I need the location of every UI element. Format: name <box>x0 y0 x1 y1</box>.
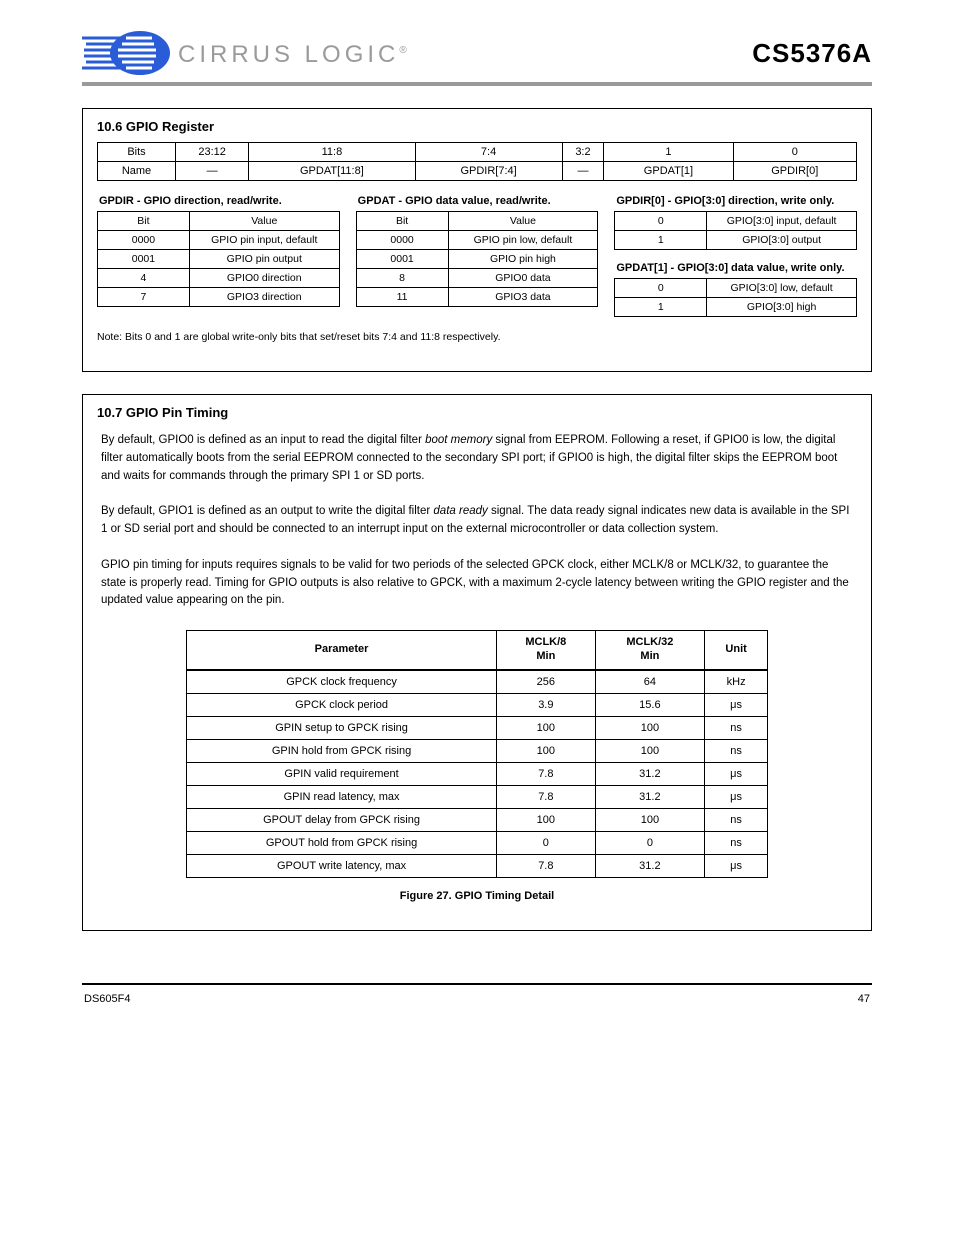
header-rule <box>82 82 872 86</box>
timing-table: Parameter MCLK/8Min MCLK/32Min Unit GPCK… <box>186 630 768 878</box>
gpio-register-box: 10.6 GPIO Register Bits 23:12 11:8 7:4 3… <box>82 108 872 372</box>
cirrus-logo-icon <box>82 30 174 76</box>
table-header-row: Parameter MCLK/8Min MCLK/32Min Unit <box>187 631 768 670</box>
body-text: By default, GPIO0 is defined as an input… <box>97 432 857 610</box>
company-logo: CIRRUS LOGIC® <box>82 30 411 76</box>
row-header: Bits <box>98 143 176 162</box>
table-row: GPOUT delay from GPCK rising100100ns <box>187 808 768 831</box>
gpdir0-table: 0GPIO[3:0] input, default 1GPIO[3:0] out… <box>614 211 857 250</box>
table-row: GPIN read latency, max7.831.2μs <box>187 785 768 808</box>
gpdat-table: BitValue 0000GPIO pin low, default 0001G… <box>356 211 599 307</box>
table-row: GPOUT hold from GPCK rising00ns <box>187 831 768 854</box>
row-header: Name <box>98 162 176 181</box>
part-number: CS5376A <box>752 38 872 69</box>
section-title: 10.7 GPIO Pin Timing <box>97 405 857 420</box>
table-row: GPIN valid requirement7.831.2μs <box>187 762 768 785</box>
page-footer: DS605F4 47 <box>82 993 872 1005</box>
page-header: CIRRUS LOGIC® CS5376A <box>82 30 872 76</box>
gpdir-table: BitValue 0000GPIO pin input, default 000… <box>97 211 340 307</box>
table-row: Name — GPDAT[11:8] GPDIR[7:4] — GPDAT[1]… <box>98 162 857 181</box>
page-number: 47 <box>858 993 870 1005</box>
gpio-timing-box: 10.7 GPIO Pin Timing By default, GPIO0 i… <box>82 394 872 931</box>
col-header-mclk8: MCLK/8Min <box>497 631 595 670</box>
table-row: GPCK clock period3.915.6μs <box>187 693 768 716</box>
gpdir-column: GPDIR - GPIO direction, read/write. BitV… <box>97 195 340 319</box>
figure-caption: Figure 27. GPIO Timing Detail <box>97 890 857 902</box>
col-header-mclk32: MCLK/32Min <box>595 631 705 670</box>
table-row: GPIN setup to GPCK rising100100ns <box>187 716 768 739</box>
global-bits-column: GPDIR[0] - GPIO[3:0] direction, write on… <box>614 195 857 329</box>
table-row: GPIN hold from GPCK rising100100ns <box>187 739 768 762</box>
gpdat1-table: 0GPIO[3:0] low, default 1GPIO[3:0] high <box>614 278 857 317</box>
register-note: Note: Bits 0 and 1 are global write-only… <box>97 331 857 343</box>
section-title: 10.6 GPIO Register <box>97 119 857 134</box>
gpdat-column: GPDAT - GPIO data value, read/write. Bit… <box>356 195 599 319</box>
footer-rule <box>82 983 872 985</box>
logo-text: CIRRUS LOGIC® <box>178 41 411 69</box>
doc-id: DS605F4 <box>84 993 130 1005</box>
table-row: Bits 23:12 11:8 7:4 3:2 1 0 <box>98 143 857 162</box>
table-row: GPOUT write latency, max7.831.2μs <box>187 854 768 877</box>
register-bit-table: Bits 23:12 11:8 7:4 3:2 1 0 Name — GPDAT… <box>97 142 857 181</box>
table-row: GPCK clock frequency25664kHz <box>187 670 768 694</box>
